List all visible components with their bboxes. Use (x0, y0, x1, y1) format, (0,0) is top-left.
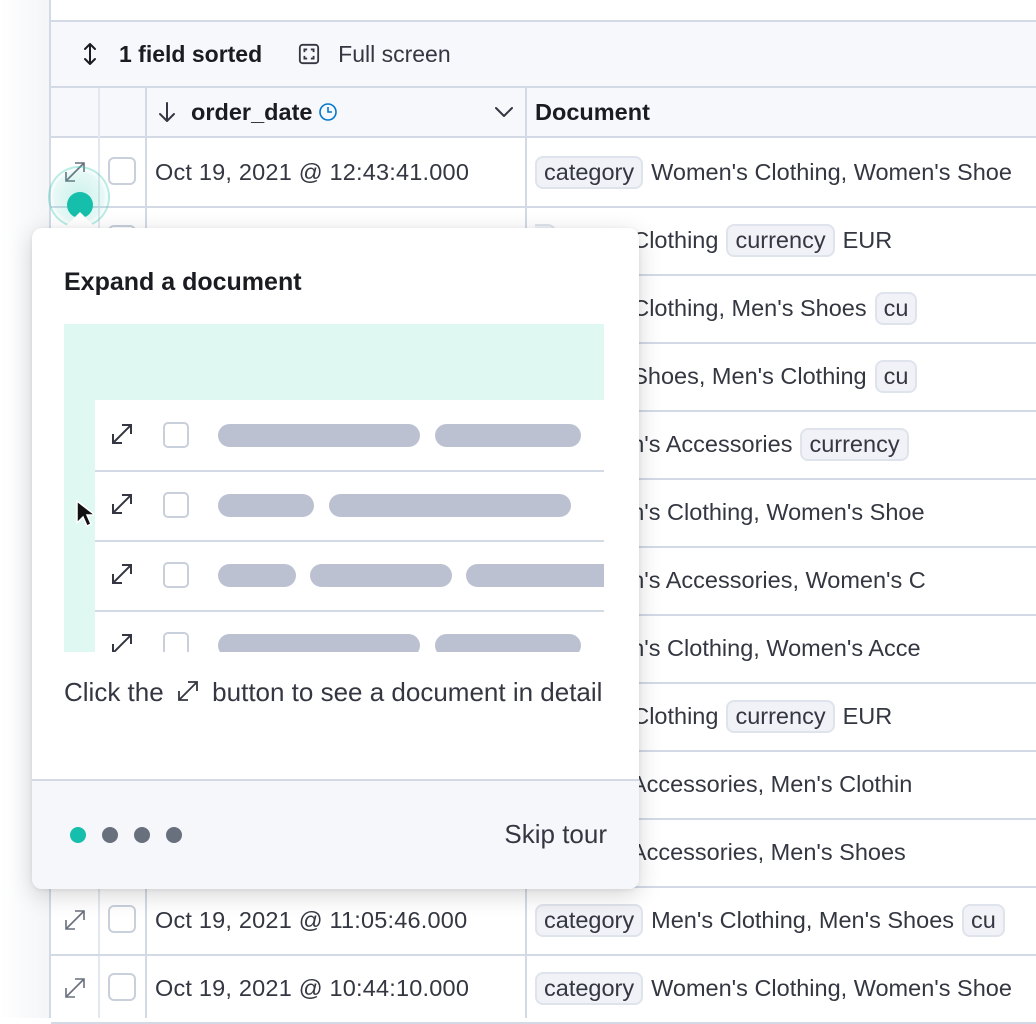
field-name-badge: currency (726, 699, 835, 733)
sort-fields-label: 1 field sorted (119, 40, 263, 67)
expand-icon (112, 424, 132, 444)
illustration-checkbox (163, 492, 189, 518)
placeholder-bar (218, 634, 420, 652)
expand-icon[interactable] (63, 908, 87, 932)
tour-description: Click the button to see a document in de… (64, 668, 624, 716)
illustration-grid (95, 400, 604, 652)
row-checkbox[interactable] (108, 157, 136, 185)
placeholder-bar (329, 494, 571, 517)
document-cell: category Men's Clothing, Men's Shoes cu (535, 886, 1013, 954)
tour-step-indicator (70, 827, 198, 843)
step-dot[interactable] (166, 827, 182, 843)
clock-icon (318, 102, 338, 122)
document-cell: category Women's Clothing, Women's Shoe (535, 138, 1020, 206)
placeholder-bar (466, 564, 604, 587)
order-date-cell: Oct 19, 2021 @ 11:05:46.000 (155, 906, 468, 933)
placeholder-bar (218, 424, 420, 447)
mouse-cursor-icon (76, 500, 94, 528)
document-header-label: Document (535, 98, 650, 125)
full-screen-label: Full screen (338, 40, 451, 67)
field-name-badge: currency (726, 223, 835, 257)
field-value: Women's Clothing, Women's Shoe (651, 974, 1012, 1001)
illustration-checkbox (163, 632, 189, 652)
document-cell: category Women's Clothing, Women's Shoe (535, 954, 1020, 1022)
tour-illustration (64, 324, 604, 652)
tour-footer: Skip tour (32, 779, 639, 889)
expand-icon (178, 681, 198, 701)
field-value: Men's Clothing, Men's Shoes (651, 906, 955, 933)
placeholder-bar (218, 564, 296, 587)
placeholder-bar (310, 564, 452, 587)
tour-title: Expand a document (64, 268, 302, 296)
field-value: EUR (842, 702, 893, 729)
step-dot-active[interactable] (70, 827, 86, 843)
expand-icon (112, 494, 132, 514)
field-name-badge: category (535, 903, 644, 937)
tour-text-before: Click the (64, 677, 164, 707)
step-dot[interactable] (134, 827, 150, 843)
order-date-cell: Oct 19, 2021 @ 12:43:41.000 (155, 158, 470, 185)
illustration-row (95, 470, 604, 542)
grid-header-row: order_date Document (51, 88, 1036, 138)
field-name-badge: cu (962, 903, 1005, 937)
grid-top-strip (51, 0, 1036, 22)
expand-icon (112, 634, 132, 652)
tour-popover: Expand a document Click the button to se… (32, 228, 639, 889)
full-screen-icon (298, 42, 320, 66)
field-name-badge: category (535, 155, 644, 189)
row-checkbox[interactable] (108, 973, 136, 1001)
full-screen-button[interactable]: Full screen (298, 40, 451, 68)
illustration-row (95, 540, 604, 612)
order-date-header-label: order_date (191, 98, 313, 125)
popover-arrow (64, 212, 96, 228)
placeholder-bar (218, 494, 314, 517)
table-row: Oct 19, 2021 @ 11:05:46.000 category Men's… (51, 886, 1036, 956)
sort-icon (79, 42, 101, 66)
skip-tour-button[interactable]: Skip tour (504, 819, 607, 850)
field-value: Women's Clothing, Women's Shoe (651, 158, 1012, 185)
expand-icon[interactable] (63, 976, 87, 1000)
illustration-checkbox (163, 422, 189, 448)
placeholder-bar (435, 424, 581, 447)
row-checkbox[interactable] (108, 905, 136, 933)
field-value: EUR (842, 226, 893, 253)
table-row: Oct 19, 2021 @ 12:43:41.000 category Women… (51, 138, 1036, 208)
placeholder-bar (435, 634, 581, 652)
sort-fields-button[interactable]: 1 field sorted (79, 41, 262, 68)
field-name-badge: cu (874, 359, 918, 393)
sort-descending-icon (155, 100, 179, 124)
tour-text-after: button to see a document in detail (212, 677, 603, 707)
table-row: Oct 19, 2021 @ 10:44:10.000 category Women… (51, 954, 1036, 1024)
column-actions-chevron-down-icon[interactable] (493, 101, 515, 123)
illustration-checkbox (163, 562, 189, 588)
illustration-row (95, 610, 604, 652)
grid-toolbar: 1 field sorted Full screen (51, 22, 1036, 88)
field-name-badge: category (535, 971, 644, 1005)
step-dot[interactable] (102, 827, 118, 843)
expand-icon (112, 564, 132, 584)
column-header-order-date[interactable]: order_date (155, 88, 525, 136)
column-header-document[interactable]: Document (535, 88, 650, 136)
illustration-row (95, 400, 604, 472)
field-name-badge: cu (874, 291, 918, 325)
order-date-cell: Oct 19, 2021 @ 10:44:10.000 (155, 974, 470, 1001)
field-name-badge: currency (800, 427, 909, 461)
